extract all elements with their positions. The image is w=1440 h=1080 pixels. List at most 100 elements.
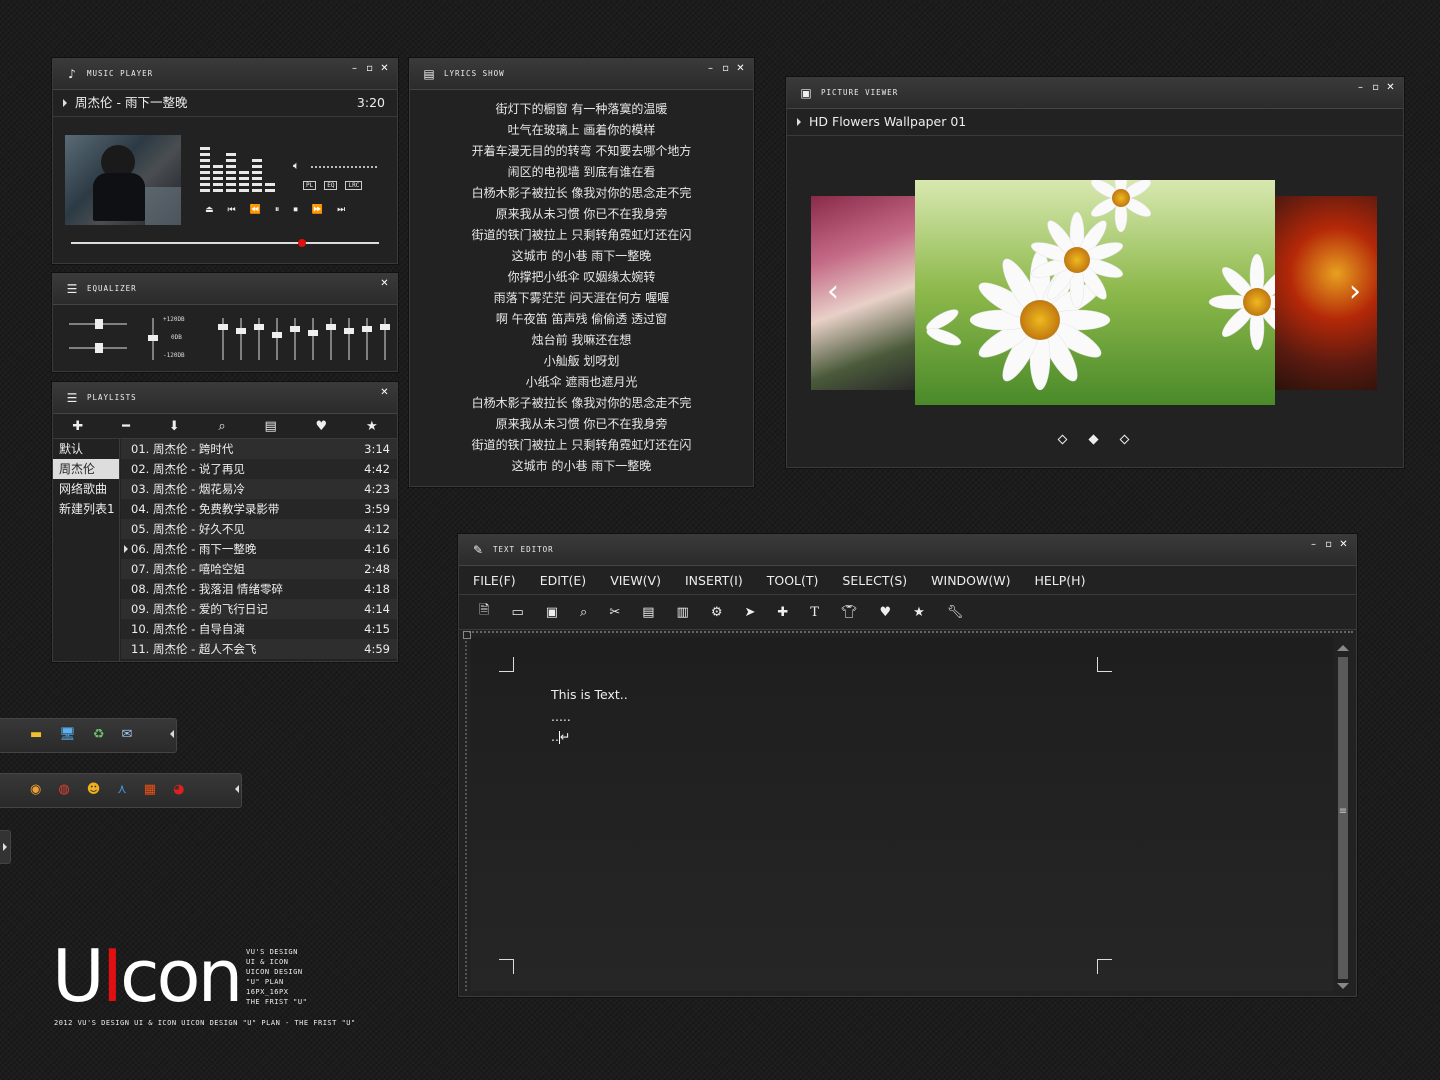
new-file-icon[interactable]: 🗎︎ bbox=[479, 601, 489, 623]
track-row[interactable]: 04. 周杰伦 - 免费教学录影带 3:59 bbox=[121, 499, 397, 519]
maximize-icon[interactable]: ▫ bbox=[1324, 539, 1333, 551]
shirt-icon[interactable]: 👕︎ bbox=[841, 605, 858, 620]
track-row[interactable]: 10. 周杰伦 - 自导自演 4:15 bbox=[121, 619, 397, 639]
minimize-icon[interactable]: – bbox=[350, 63, 359, 75]
menu-item[interactable]: TOOL(T) bbox=[767, 573, 819, 588]
carousel-dot[interactable] bbox=[1119, 434, 1130, 445]
scrollbar-thumb[interactable] bbox=[1338, 657, 1348, 979]
mail-icon[interactable]: ✉ bbox=[121, 727, 132, 742]
menu-item[interactable]: SELECT(S) bbox=[842, 573, 907, 588]
mode-eq-button[interactable]: EQ bbox=[324, 181, 338, 190]
playlist-category[interactable]: 默认 bbox=[53, 439, 119, 459]
folder-icon[interactable]: ▬ bbox=[30, 727, 42, 742]
close-icon[interactable]: ✕ bbox=[736, 63, 745, 75]
menu-item[interactable]: HELP(H) bbox=[1035, 573, 1086, 588]
heart-icon[interactable]: ♥ bbox=[316, 419, 328, 434]
eject-icon[interactable]: ⏏ bbox=[205, 205, 214, 215]
pointer-icon[interactable]: ➤ bbox=[744, 605, 755, 620]
heart-icon[interactable]: ♥ bbox=[879, 605, 891, 620]
picture-viewer-titlebar[interactable]: ▣ PICTURE VIEWER – ▫ ✕ bbox=[787, 78, 1403, 109]
playlist-category[interactable]: 网络歌曲 bbox=[53, 479, 119, 499]
music-player-titlebar[interactable]: ♪ MUSIC PLAYER – ▫ ✕ bbox=[53, 59, 397, 90]
next-thumbnail[interactable] bbox=[1275, 196, 1377, 390]
previous-icon[interactable]: ⏮ bbox=[228, 205, 236, 215]
paste-icon[interactable]: ▥ bbox=[677, 605, 689, 620]
rewind-icon[interactable]: ⏪ bbox=[250, 205, 261, 215]
track-row[interactable]: 07. 周杰伦 - 嘻哈空姐 2:48 bbox=[121, 559, 397, 579]
add-icon[interactable]: ✚ bbox=[72, 419, 83, 434]
menu-item[interactable]: VIEW(V) bbox=[610, 573, 661, 588]
seek-bar[interactable] bbox=[71, 239, 379, 247]
qq-icon[interactable]: ☻ bbox=[87, 782, 101, 797]
seek-knob[interactable] bbox=[298, 239, 306, 247]
download-icon[interactable]: ⬇ bbox=[169, 419, 180, 434]
maximize-icon[interactable]: ▫ bbox=[1371, 82, 1380, 94]
browser-icon[interactable]: ◉ bbox=[30, 782, 41, 797]
settings-gear-icon[interactable]: ⚙ bbox=[711, 605, 723, 620]
vertical-scrollbar[interactable]: ≡ bbox=[1337, 645, 1349, 991]
carousel-dot[interactable] bbox=[1088, 434, 1099, 445]
mode-lrc-button[interactable]: LRC bbox=[345, 181, 363, 190]
band-sliders[interactable] bbox=[215, 316, 391, 362]
save-icon[interactable]: ▣ bbox=[546, 605, 558, 620]
volume-icon[interactable]: 🔈︎ bbox=[293, 159, 300, 173]
menu-item[interactable]: FILE(F) bbox=[473, 573, 516, 588]
menu-item[interactable]: EDIT(E) bbox=[540, 573, 587, 588]
maximize-icon[interactable]: ▫ bbox=[365, 63, 374, 75]
chrome-icon[interactable]: ◍ bbox=[58, 782, 69, 797]
minimize-icon[interactable]: – bbox=[1309, 539, 1318, 551]
collapse-arrow-icon[interactable] bbox=[170, 730, 174, 738]
open-file-icon[interactable]: ▭ bbox=[511, 605, 523, 620]
close-icon[interactable]: ✕ bbox=[380, 278, 389, 290]
computer-icon[interactable]: 🖥︎ bbox=[59, 727, 76, 742]
cut-icon[interactable]: ✂ bbox=[609, 605, 620, 620]
menu-item[interactable]: WINDOW(W) bbox=[931, 573, 1010, 588]
copy-icon[interactable]: ▤ bbox=[642, 605, 654, 620]
equalizer-titlebar[interactable]: ☰ EQUALIZER ✕ bbox=[53, 274, 397, 305]
next-icon[interactable]: ⏭ bbox=[337, 205, 345, 215]
scroll-up-icon[interactable] bbox=[1337, 645, 1349, 651]
editor-canvas[interactable]: This is Text.. ..... ..↵ bbox=[471, 637, 1333, 991]
scroll-down-icon[interactable] bbox=[1337, 983, 1349, 989]
balance-sliders[interactable] bbox=[67, 314, 131, 360]
search-icon[interactable]: ⌕ bbox=[218, 419, 225, 434]
close-icon[interactable]: ✕ bbox=[380, 387, 389, 399]
pause-icon[interactable]: ⏸ bbox=[275, 205, 280, 215]
track-row[interactable]: 02. 周杰伦 - 说了再见 4:42 bbox=[121, 459, 397, 479]
track-row[interactable]: 06. 周杰伦 - 雨下一整晚 4:16 bbox=[121, 539, 397, 559]
minimize-icon[interactable]: – bbox=[706, 63, 715, 75]
next-arrow-icon[interactable]: › bbox=[1349, 274, 1361, 309]
minimize-icon[interactable]: – bbox=[1356, 82, 1365, 94]
fast-forward-icon[interactable]: ⏩ bbox=[312, 205, 323, 215]
carousel-dot[interactable] bbox=[1057, 434, 1068, 445]
menu-item[interactable]: INSERT(I) bbox=[685, 573, 743, 588]
preamp-slider[interactable] bbox=[147, 316, 159, 362]
document-icon[interactable]: ▤ bbox=[264, 419, 276, 434]
playlists-titlebar[interactable]: ☰ PLAYLISTS ✕ bbox=[53, 383, 397, 414]
taobao-icon[interactable]: ▦ bbox=[144, 782, 156, 797]
text-editor-titlebar[interactable]: ✎ TEXT EDITOR – ▫ ✕ bbox=[459, 535, 1356, 566]
close-icon[interactable]: ✕ bbox=[1339, 539, 1348, 551]
track-row[interactable]: 08. 周杰伦 - 我落泪 情绪零碎 4:18 bbox=[121, 579, 397, 599]
track-row[interactable]: 01. 周杰伦 - 跨时代 3:14 bbox=[121, 439, 397, 459]
playlist-category[interactable]: 周杰伦 bbox=[53, 459, 119, 479]
recycle-bin-icon[interactable]: ♻ bbox=[93, 727, 105, 742]
weibo-icon[interactable]: ◕ bbox=[173, 782, 184, 797]
track-row[interactable]: 11. 周杰伦 - 超人不会飞 4:59 bbox=[121, 639, 397, 659]
collapse-arrow-icon[interactable] bbox=[235, 785, 239, 793]
search-icon[interactable]: ⌕ bbox=[580, 605, 587, 620]
star-icon[interactable]: ★ bbox=[913, 605, 925, 620]
wrench-icon[interactable]: 🔧︎ bbox=[947, 605, 964, 620]
volume-slider[interactable] bbox=[311, 166, 377, 170]
stop-icon[interactable]: ⏹ bbox=[293, 205, 298, 215]
playlist-category[interactable]: 新建列表1 bbox=[53, 499, 119, 519]
remove-icon[interactable]: ━ bbox=[122, 419, 130, 434]
track-row[interactable]: 05. 周杰伦 - 好久不见 4:12 bbox=[121, 519, 397, 539]
side-expand-tab[interactable] bbox=[0, 830, 11, 864]
close-icon[interactable]: ✕ bbox=[1386, 82, 1395, 94]
mode-pl-button[interactable]: PL bbox=[303, 181, 317, 190]
track-row[interactable]: 03. 周杰伦 - 烟花易冷 4:23 bbox=[121, 479, 397, 499]
previous-arrow-icon[interactable]: ‹ bbox=[827, 274, 839, 309]
star-icon[interactable]: ★ bbox=[366, 419, 378, 434]
track-row[interactable]: 09. 周杰伦 - 爱的飞行日记 4:14 bbox=[121, 599, 397, 619]
